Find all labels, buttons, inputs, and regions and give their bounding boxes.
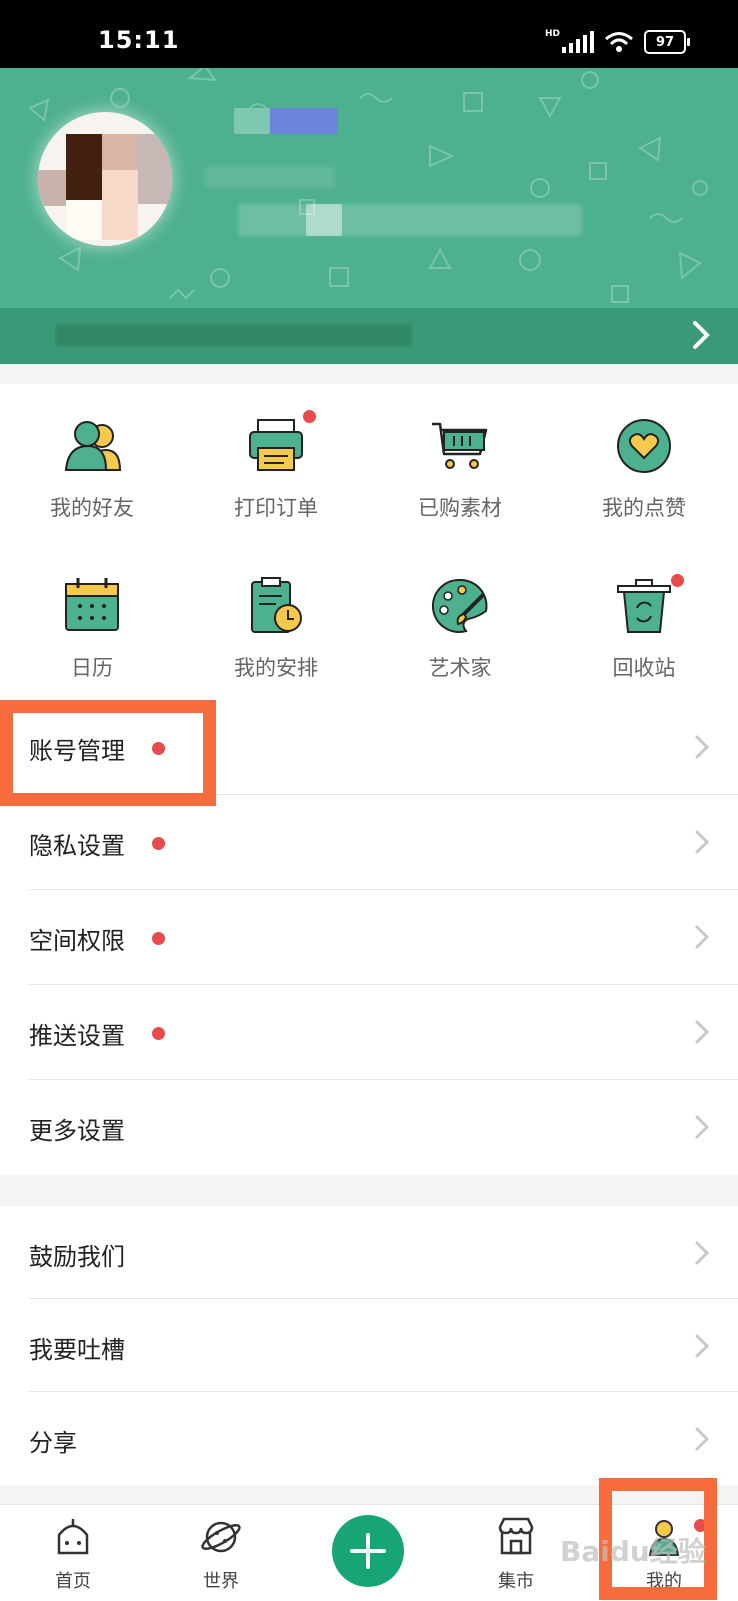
badge-dot xyxy=(152,932,165,945)
promo-bar[interactable]: ▇▇▇▇▇▇▇▇▇▇▇▇▇▇▇▇▇▇▇▇▇▇ xyxy=(0,308,738,364)
tab-label: 世界 xyxy=(203,1571,239,1592)
row-label: 鼓励我们 xyxy=(29,1243,125,1271)
grid-label: 我的好友 xyxy=(50,496,134,520)
grid-label: 打印订单 xyxy=(234,496,318,520)
tab-market[interactable]: 集市 xyxy=(466,1515,566,1593)
chevron-right-icon xyxy=(695,925,710,949)
highlight-account-management xyxy=(0,700,216,806)
feature-grid: 我的好友 打印订单 已购素材 我的点赞 日历 我的安排 艺术家 回收站 xyxy=(0,384,738,700)
store-icon xyxy=(498,1517,534,1555)
grid-label: 我的点赞 xyxy=(602,496,686,520)
signal-icon xyxy=(562,31,594,53)
tab-label: 集市 xyxy=(498,1571,534,1592)
status-bar: 15:11 HD 97 xyxy=(0,0,738,68)
palette-icon xyxy=(428,574,492,638)
heart-icon xyxy=(612,414,676,478)
grid-item-friends[interactable]: 我的好友 xyxy=(0,414,184,522)
chevron-right-icon xyxy=(695,1334,710,1358)
grid-label: 回收站 xyxy=(612,656,676,680)
tab-label: 首页 xyxy=(55,1571,91,1592)
user-bio-redacted xyxy=(238,204,582,236)
user-bio-redacted-bright xyxy=(306,204,342,236)
grid-item-my-schedule[interactable]: 我的安排 xyxy=(184,574,368,682)
chevron-right-icon xyxy=(693,321,710,349)
trash-icon xyxy=(612,574,684,638)
grid-item-my-likes[interactable]: 我的点赞 xyxy=(552,414,736,522)
row-encourage-us[interactable]: 鼓励我们 xyxy=(0,1206,738,1299)
network-type-label: HD xyxy=(544,29,560,39)
row-push-settings[interactable]: 推送设置 xyxy=(0,985,738,1080)
more-list: 鼓励我们 我要吐槽 分享 xyxy=(0,1206,738,1485)
promo-text-redacted: ▇▇▇▇▇▇▇▇▇▇▇▇▇▇▇▇▇▇▇▇▇▇ xyxy=(56,322,412,346)
add-button[interactable] xyxy=(332,1515,404,1587)
calendar-icon xyxy=(60,574,124,638)
battery-level: 97 xyxy=(655,34,675,50)
row-label: 我要吐槽 xyxy=(29,1336,125,1364)
status-icons: HD 97 xyxy=(544,29,690,54)
avatar[interactable] xyxy=(38,112,172,246)
grid-label: 日历 xyxy=(71,656,113,680)
plus-icon xyxy=(350,1533,386,1569)
chevron-right-icon xyxy=(695,1241,710,1265)
grid-label: 已购素材 xyxy=(418,496,502,520)
row-label: 推送设置 xyxy=(29,1022,125,1050)
row-feedback[interactable]: 我要吐槽 xyxy=(0,1299,738,1392)
badge-dot xyxy=(671,574,684,587)
row-privacy-settings[interactable]: 隐私设置 xyxy=(0,795,738,890)
wifi-icon xyxy=(605,32,633,52)
grid-label: 艺术家 xyxy=(428,656,492,680)
username-redacted xyxy=(234,108,270,134)
user-info-redacted xyxy=(205,166,335,188)
chevron-right-icon xyxy=(695,1427,710,1451)
watermark: Baidu经验 xyxy=(560,1535,706,1568)
grid-item-purchased-materials[interactable]: 已购素材 xyxy=(368,414,552,522)
tab-world[interactable]: 世界 xyxy=(171,1515,271,1593)
grid-item-calendar[interactable]: 日历 xyxy=(0,574,184,682)
row-label: 空间权限 xyxy=(29,927,125,955)
row-more-settings[interactable]: 更多设置 xyxy=(0,1080,738,1175)
row-label: 分享 xyxy=(29,1429,77,1457)
badge-dot xyxy=(152,1027,165,1040)
chevron-right-icon xyxy=(695,1020,710,1044)
grid-item-artists[interactable]: 艺术家 xyxy=(368,574,552,682)
chevron-right-icon xyxy=(695,830,710,854)
badge-dot xyxy=(152,837,165,850)
friends-icon xyxy=(60,414,124,478)
battery-icon: 97 xyxy=(644,30,690,54)
badge-dot xyxy=(303,410,316,423)
row-label: 隐私设置 xyxy=(29,832,125,860)
chevron-right-icon xyxy=(695,735,710,759)
tab-home[interactable]: 首页 xyxy=(23,1515,123,1593)
row-label: 更多设置 xyxy=(29,1117,125,1145)
row-share[interactable]: 分享 xyxy=(0,1392,738,1485)
profile-banner[interactable]: ▇▇▇▇▇▇▇▇▇▇▇▇▇▇▇▇▇▇▇▇▇▇ xyxy=(0,68,738,364)
grid-label: 我的安排 xyxy=(234,656,318,680)
schedule-icon xyxy=(244,574,308,638)
planet-icon xyxy=(201,1521,241,1553)
grid-item-print-orders[interactable]: 打印订单 xyxy=(184,410,368,522)
row-space-permissions[interactable]: 空间权限 xyxy=(0,890,738,985)
username-redacted-block xyxy=(270,108,338,134)
grid-item-recycle-bin[interactable]: 回收站 xyxy=(552,574,736,682)
printer-icon xyxy=(244,410,316,478)
cart-icon xyxy=(428,414,492,478)
home-icon xyxy=(57,1519,89,1555)
status-time: 15:11 xyxy=(98,26,180,54)
chevron-right-icon xyxy=(695,1115,710,1139)
